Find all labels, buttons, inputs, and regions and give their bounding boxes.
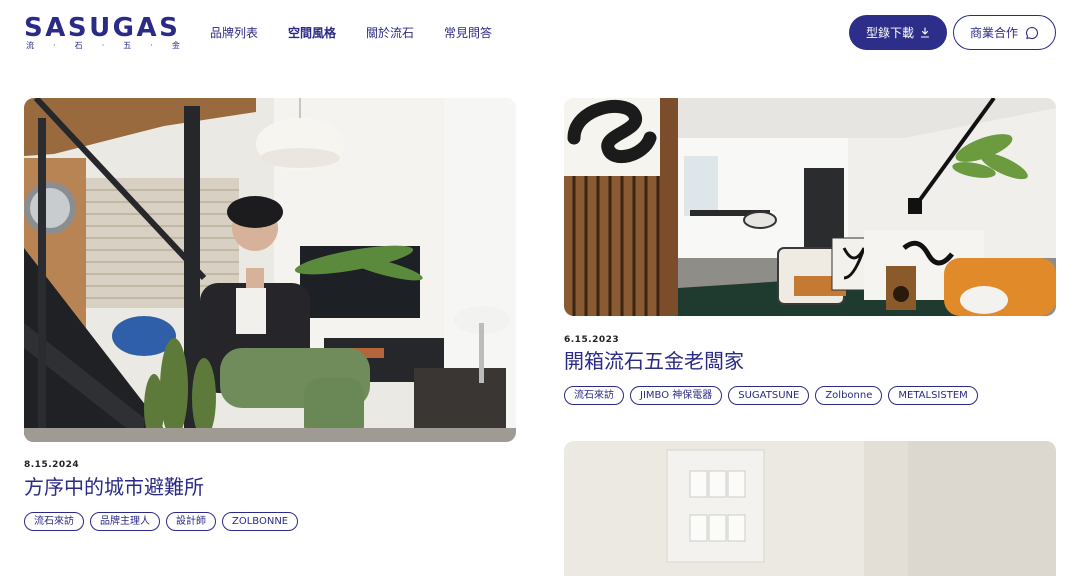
- logo-sub-char: 流: [26, 41, 34, 50]
- chat-bubble-icon: [1025, 26, 1039, 40]
- logo-sub-dot: ·: [150, 41, 153, 50]
- download-icon: [920, 27, 930, 38]
- post-image-switches[interactable]: [564, 441, 1056, 576]
- nav-item-faq[interactable]: 常見問答: [444, 24, 492, 42]
- tag-chip[interactable]: 設計師: [166, 512, 216, 531]
- tag-chip[interactable]: SUGATSUNE: [728, 386, 810, 405]
- nav-item-about[interactable]: 關於流石: [366, 24, 414, 42]
- logo-sub-char: 石: [74, 41, 83, 50]
- logo-sub-char: 五: [123, 41, 132, 50]
- contact-button-label: 商業合作: [969, 26, 1018, 40]
- tag-chip[interactable]: ZOLBONNE: [222, 512, 299, 531]
- tag-chip[interactable]: 流石來訪: [24, 512, 84, 531]
- post-image-city-refuge[interactable]: [24, 98, 516, 442]
- site-logo[interactable]: SASUGAS 流 · 石 · 五 · 金: [24, 13, 182, 53]
- interior-photo-apartment: [564, 98, 1056, 316]
- nav-item-spaces[interactable]: 空間風格: [288, 24, 336, 42]
- tag-chip[interactable]: 流石來訪: [564, 386, 624, 405]
- logo-subtitle: 流 · 石 · 五 · 金: [26, 40, 180, 52]
- logo-sub-dot: ·: [53, 41, 56, 50]
- download-button-label: 型錄下載: [865, 26, 914, 40]
- interior-photo-living-room: [24, 98, 516, 442]
- logo-wordmark: SASUGAS: [24, 13, 181, 43]
- logo-sub-char: 金: [171, 41, 180, 50]
- catalog-download-button[interactable]: 型錄下載: [849, 15, 947, 50]
- business-contact-button[interactable]: 商業合作: [953, 15, 1056, 50]
- tag-chip[interactable]: JIMBO 神保電器: [630, 386, 723, 405]
- post-title[interactable]: 開箱流石五金老闆家: [564, 348, 744, 374]
- post-date: 6.15.2023: [564, 335, 620, 345]
- tag-chip[interactable]: 品牌主理人: [90, 512, 160, 531]
- tag-chip[interactable]: Zolbonne: [815, 386, 883, 405]
- site-header: SASUGAS 流 · 石 · 五 · 金 品牌列表 空間風格 關於流石 常見問…: [0, 0, 1080, 66]
- tag-chip[interactable]: METALSISTEM: [888, 386, 978, 405]
- post-tags: 流石來訪 JIMBO 神保電器 SUGATSUNE Zolbonne METAL…: [564, 386, 978, 405]
- logo-sub-dot: ·: [101, 41, 105, 50]
- post-title[interactable]: 方序中的城市避難所: [24, 474, 204, 500]
- post-tags: 流石來訪 品牌主理人 設計師 ZOLBONNE: [24, 512, 299, 531]
- nav-item-brands[interactable]: 品牌列表: [210, 24, 258, 42]
- wall-switch-photo: [564, 441, 1056, 576]
- main-nav: 品牌列表 空間風格 關於流石 常見問答: [210, 24, 522, 42]
- post-image-owner-home[interactable]: [564, 98, 1056, 316]
- post-date: 8.15.2024: [24, 460, 80, 470]
